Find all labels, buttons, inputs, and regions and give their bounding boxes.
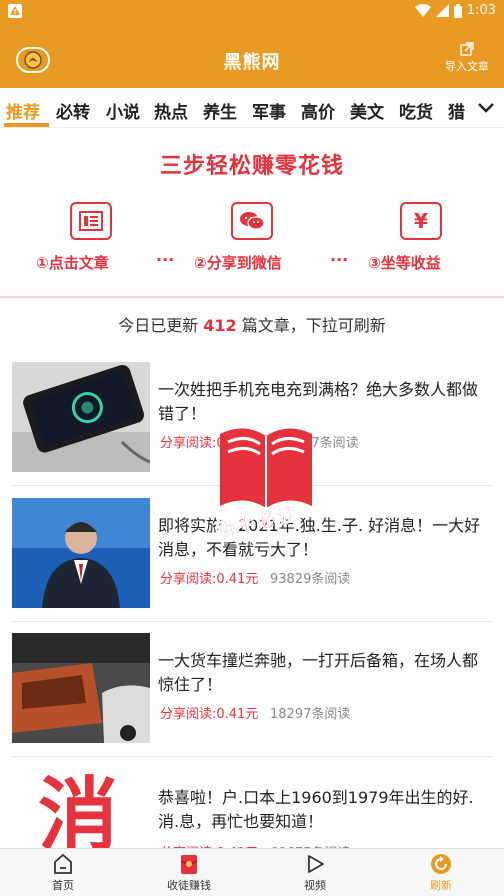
battery-icon [453, 3, 462, 18]
step-dots-2: ··· [330, 250, 349, 269]
nav-recruit-label: 收徒赚钱 [167, 879, 211, 892]
nav-home-label: 首页 [52, 879, 74, 892]
nav-recruit[interactable]: 收徒赚钱 [139, 853, 239, 893]
import-icon [460, 42, 474, 56]
step-1-label: ①点击文章 [36, 254, 109, 272]
step-3-label: ③坐等收益 [368, 254, 441, 272]
read-count: 18297条阅读 [270, 707, 351, 722]
nav-refresh[interactable]: 刷新 [391, 853, 491, 893]
step-dots-1: ··· [156, 250, 175, 269]
tab-health[interactable]: 养生 [203, 98, 237, 123]
tab-foodie[interactable]: 吃货 [399, 98, 433, 123]
cell-signal-icon [435, 4, 449, 17]
refresh-icon [431, 854, 451, 874]
nav-video-label: 视频 [304, 879, 326, 892]
article-thumbnail [12, 633, 150, 743]
tab-military[interactable]: 军事 [252, 98, 286, 123]
active-tab-indicator [4, 123, 49, 127]
tab-must-share[interactable]: 必转 [56, 98, 90, 123]
book-icon [220, 428, 312, 508]
article-thumbnail: 消 [12, 770, 150, 848]
tab-novel[interactable]: 小说 [106, 98, 140, 123]
play-icon [308, 855, 324, 873]
article-title: 恭喜啦！户.口本上1960到1979年出生的好.消.息，再忙也要知道！ [158, 788, 474, 831]
update-notice: 今日已更新 412 篇文章，下拉可刷新 [118, 316, 386, 335]
import-article-label: 导入文章 [445, 60, 489, 73]
bottom-nav: 首页 收徒赚钱 视频 刷新 [0, 848, 504, 896]
tab-partial[interactable]: 猎 [448, 98, 465, 123]
status-bar: 1:03 [0, 0, 504, 24]
article-title: 即将实施，2021年.独.生.子. 好消息！一大好消息，不看就亏大了！ [158, 516, 481, 559]
wechat-icon [231, 202, 273, 240]
article-icon [70, 202, 112, 240]
article-thumbnail [12, 498, 150, 608]
wifi-icon [414, 4, 431, 17]
share-earnings: 分享阅读:0.41元 [160, 572, 259, 587]
tab-essay[interactable]: 美文 [350, 98, 384, 123]
article-title: 一大货车撞烂奔驰，一打开后备箱，在场人都惊住了！ [158, 651, 479, 694]
banner-headline: 三步轻松赚零花钱 [159, 154, 344, 179]
tab-recommend[interactable]: 推荐 [6, 98, 40, 123]
red-envelope-icon [180, 855, 198, 874]
app-bar: 黑熊网 导入文章 [0, 24, 504, 88]
article-title: 一次姓把手机充电充到满格？绝大多数人都做错了！ [158, 380, 479, 423]
read-count: 93829条阅读 [270, 572, 351, 587]
status-time: 1:03 [466, 3, 496, 18]
article-thumbnail [12, 362, 150, 472]
app-title: 黑熊网 [223, 52, 281, 73]
earn-banner[interactable]: 三步轻松赚零花钱 ¥ ①点击文章 ··· ②分享到微信 ··· ③坐等收益 [0, 128, 504, 298]
list-divider [12, 756, 492, 757]
article-item[interactable]: 一大货车撞烂奔驰，一打开后备箱，在场人都惊住了！ 分享阅读:0.41元 1829… [0, 633, 504, 769]
nav-video[interactable]: 视频 [265, 853, 365, 893]
category-tabs: 推荐 必转 小说 热点 养生 军事 高价 美文 吃货 猎 [0, 88, 504, 128]
tab-hot[interactable]: 热点 [154, 98, 188, 123]
more-tabs-button[interactable] [468, 88, 504, 127]
nav-refresh-label: 刷新 [430, 879, 452, 892]
nav-home[interactable]: 首页 [13, 853, 113, 893]
newbie-guide-badge[interactable]: 新手必读 [212, 416, 322, 543]
warning-icon [8, 4, 22, 18]
banner-divider [0, 296, 504, 298]
share-earnings: 分享阅读:0.41元 [160, 707, 259, 722]
tab-high-price[interactable]: 高价 [301, 98, 335, 123]
step-2-label: ②分享到微信 [194, 254, 282, 272]
import-article-button[interactable]: 导入文章 [440, 42, 494, 74]
yuan-icon: ¥ [400, 202, 442, 240]
list-divider [12, 621, 492, 622]
chevron-down-icon [478, 103, 494, 113]
update-count: 412 [203, 316, 237, 335]
home-icon [54, 853, 72, 874]
thumbnail-character: 消 [38, 770, 118, 849]
